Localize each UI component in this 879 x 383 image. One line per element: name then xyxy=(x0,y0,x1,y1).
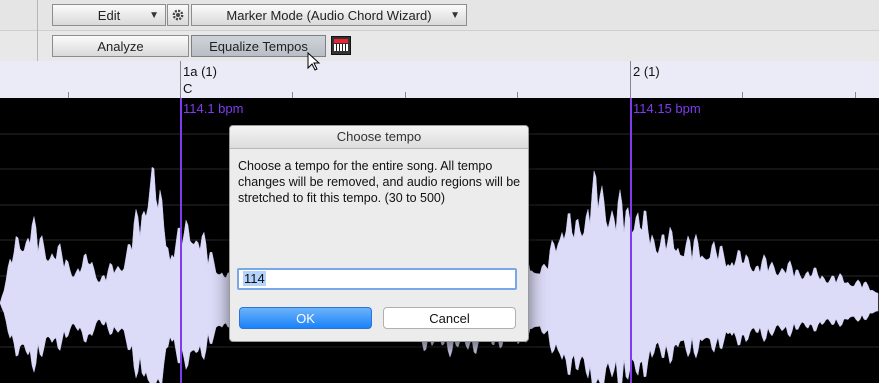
marker-mode-dropdown[interactable]: Marker Mode (Audio Chord Wizard) ▼ xyxy=(191,4,467,26)
ok-button[interactable]: OK xyxy=(239,307,372,329)
edit-menu-button[interactable]: Edit ▼ xyxy=(52,4,166,26)
piano-keyboard-icon[interactable] xyxy=(331,36,351,55)
analyze-label: Analyze xyxy=(97,39,144,54)
ruler-tick xyxy=(180,61,181,98)
marker-label-2: 2 (1) xyxy=(633,64,660,79)
choose-tempo-dialog: Choose tempo Choose a tempo for the enti… xyxy=(229,125,529,342)
edit-label: Edit xyxy=(97,8,121,23)
marker-label-1: 1a (1) xyxy=(183,64,217,79)
dialog-title: Choose tempo xyxy=(230,126,528,149)
toolbar-row-1: Edit ▼ Marker Mode (Audio Chord Wizard) … xyxy=(0,0,879,31)
tempo-label-1: 114.1 bpm xyxy=(183,101,244,116)
mouse-pointer-icon xyxy=(307,52,321,71)
ruler-tick xyxy=(630,61,631,98)
analyze-button[interactable]: Analyze xyxy=(52,35,189,57)
marker-mode-label: Marker Mode (Audio Chord Wizard) xyxy=(226,8,432,23)
chord-label-1: C xyxy=(183,81,193,96)
dropdown-arrow-icon: ▼ xyxy=(149,10,159,21)
tempo-input-value: 114 xyxy=(243,271,266,286)
tempo-input[interactable]: 114 xyxy=(237,268,517,290)
dialog-message: Choose a tempo for the entire song. All … xyxy=(238,159,521,205)
audio-chord-wizard-window: Edit ▼ Marker Mode (Audio Chord Wizard) … xyxy=(0,0,879,383)
dropdown-arrow-icon: ▼ xyxy=(450,10,460,21)
equalize-tempos-button[interactable]: Equalize Tempos xyxy=(191,35,326,57)
cancel-button[interactable]: Cancel xyxy=(383,307,516,329)
settings-button[interactable] xyxy=(167,4,189,26)
equalize-tempos-label: Equalize Tempos xyxy=(209,39,308,54)
toolbar-row-2: Analyze Equalize Tempos xyxy=(0,31,879,62)
toolbar-separator xyxy=(37,0,38,61)
toolbar: Edit ▼ Marker Mode (Audio Chord Wizard) … xyxy=(0,0,879,62)
timeline-ruler[interactable]: 1a (1) C 2 (1) xyxy=(0,61,879,99)
gear-icon xyxy=(172,9,184,21)
tempo-label-2: 114.15 bpm xyxy=(633,101,701,116)
